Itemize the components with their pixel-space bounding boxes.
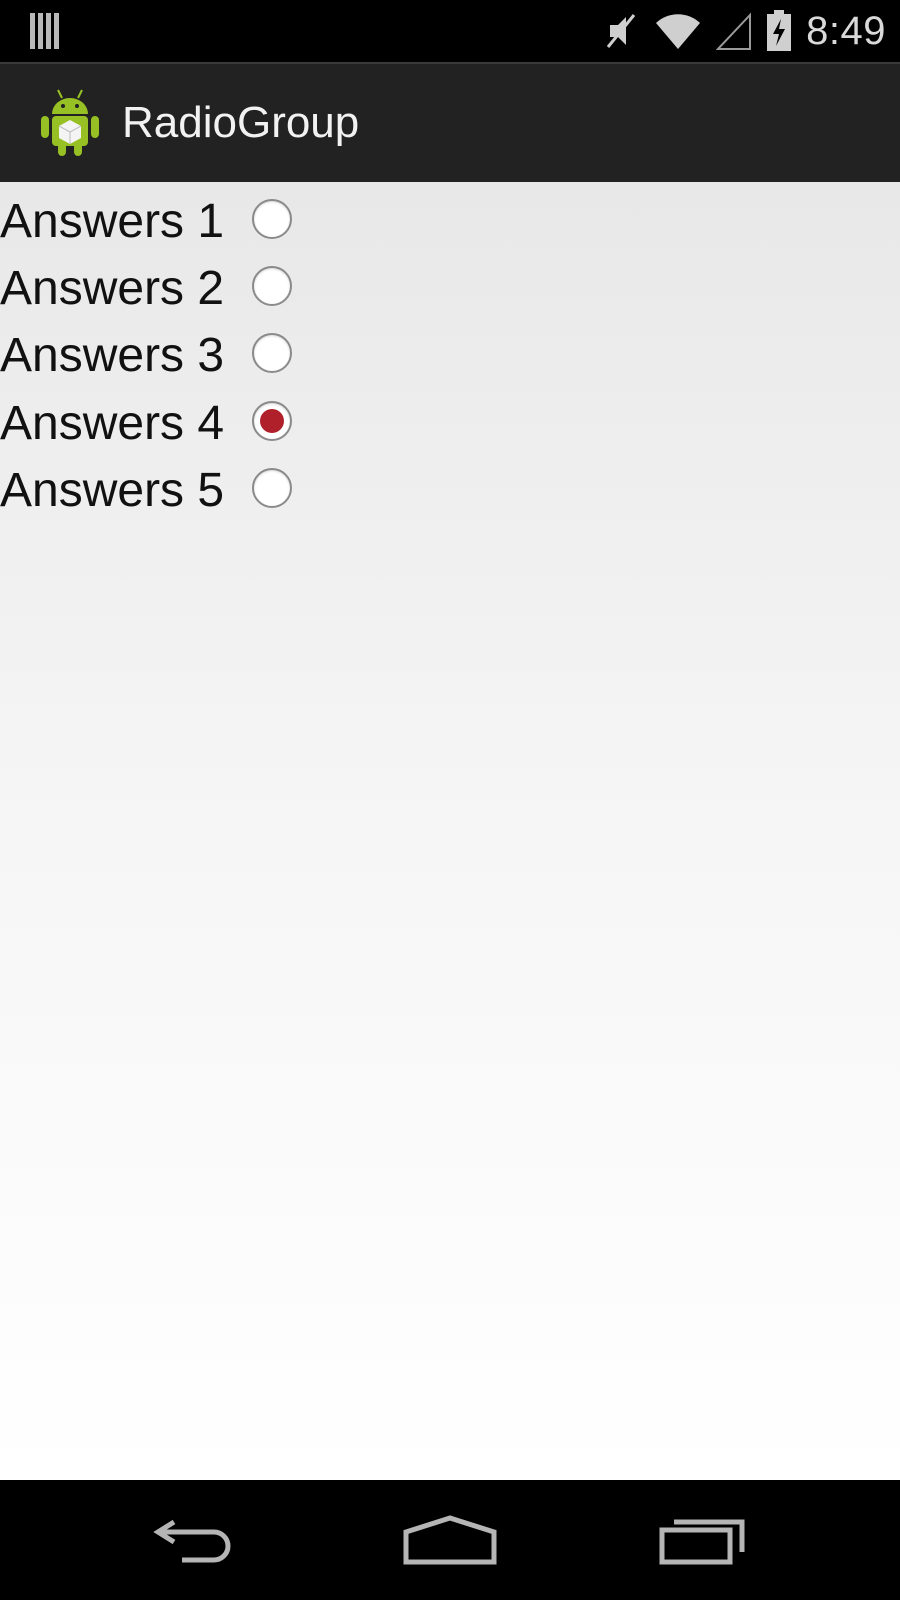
android-icon [38, 86, 102, 163]
radio-label: Answers 3 [0, 328, 225, 382]
status-bar: 8:49 [0, 0, 900, 62]
navigation-bar [0, 1480, 900, 1600]
radio-button[interactable] [252, 199, 292, 239]
radio-label: Answers 5 [0, 463, 225, 517]
app-title: RadioGroup [122, 98, 360, 147]
home-icon[interactable] [402, 1508, 498, 1573]
back-icon[interactable] [152, 1508, 242, 1573]
radio-option-2[interactable]: Answers 2 [0, 255, 292, 321]
wifi-icon [654, 11, 702, 51]
radio-button[interactable] [252, 333, 292, 373]
signal-bars-icon [30, 13, 60, 54]
radio-option-5[interactable]: Answers 5 [0, 457, 292, 523]
status-clock: 8:49 [806, 8, 886, 53]
cell-signal-icon [716, 11, 752, 51]
battery-charging-icon [766, 10, 792, 52]
radio-button[interactable] [252, 266, 292, 306]
mute-icon [604, 11, 640, 51]
radio-button[interactable] [252, 468, 292, 508]
radio-button[interactable] [252, 401, 292, 441]
action-bar: RadioGroup [0, 62, 900, 184]
radio-label: Answers 2 [0, 261, 225, 315]
radio-option-4[interactable]: Answers 4 [0, 390, 292, 456]
radio-label: Answers 1 [0, 194, 225, 248]
recent-apps-icon[interactable] [658, 1508, 748, 1573]
radio-option-3[interactable]: Answers 3 [0, 322, 292, 388]
radio-option-1[interactable]: Answers 1 [0, 188, 292, 254]
radio-group: Answers 1 Answers 2 Answers 3 Answers 4 … [0, 182, 900, 1480]
radio-label: Answers 4 [0, 396, 225, 450]
